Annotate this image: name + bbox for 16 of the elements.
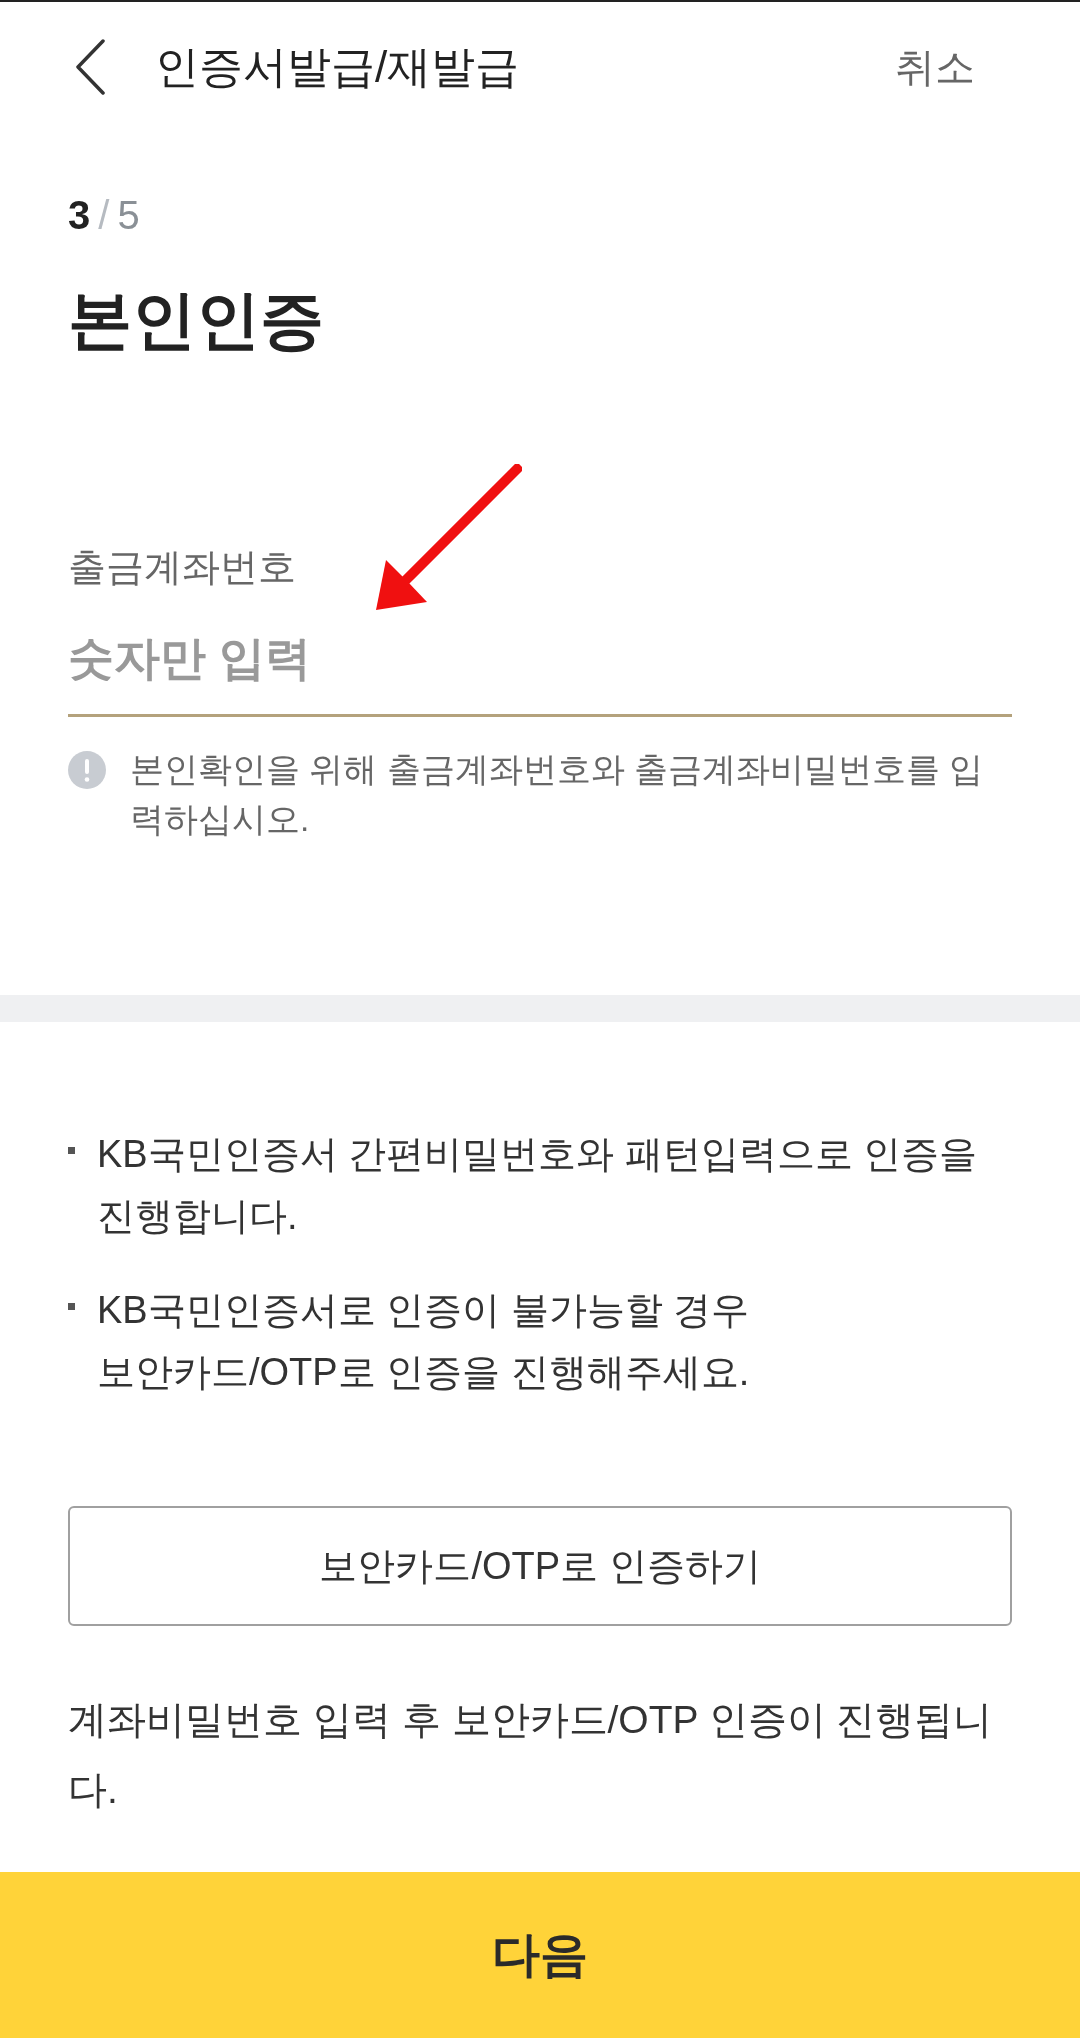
notice-text: KB국민인증서로 인증이 불가능할 경우 보안카드/OTP로 인증을 진행해주세요. [97, 1288, 751, 1395]
hint-text: 본인확인을 위해 출금계좌번호와 출금계좌비밀번호를 입력하십시오. [130, 750, 985, 840]
account-number-field[interactable]: 숫자만 입력 [68, 590, 1012, 717]
note-text: 계좌비밀번호 입력 후 보안카드/OTP 인증이 진행됩니다. [68, 1697, 994, 1813]
field-label: 출금계좌번호 [68, 545, 297, 590]
step-counter: 3 / 5 [68, 192, 141, 239]
page-heading: 본인인증 [68, 283, 325, 358]
security-card-otp-button[interactable]: 보안카드/OTP로 인증하기 [68, 1506, 1012, 1626]
info-icon [68, 751, 106, 789]
cancel-button[interactable]: 취소 [895, 43, 975, 91]
bullet-icon [68, 1303, 75, 1310]
notice-text: KB국민인증서 간편비밀번호와 패턴입력으로 인증을 진행합니다. [97, 1132, 979, 1239]
bullet-icon [68, 1147, 75, 1154]
back-icon[interactable] [75, 39, 105, 95]
next-button[interactable]: 다음 [0, 1872, 1080, 2038]
page-title: 인증서발급/재발급 [155, 40, 520, 93]
